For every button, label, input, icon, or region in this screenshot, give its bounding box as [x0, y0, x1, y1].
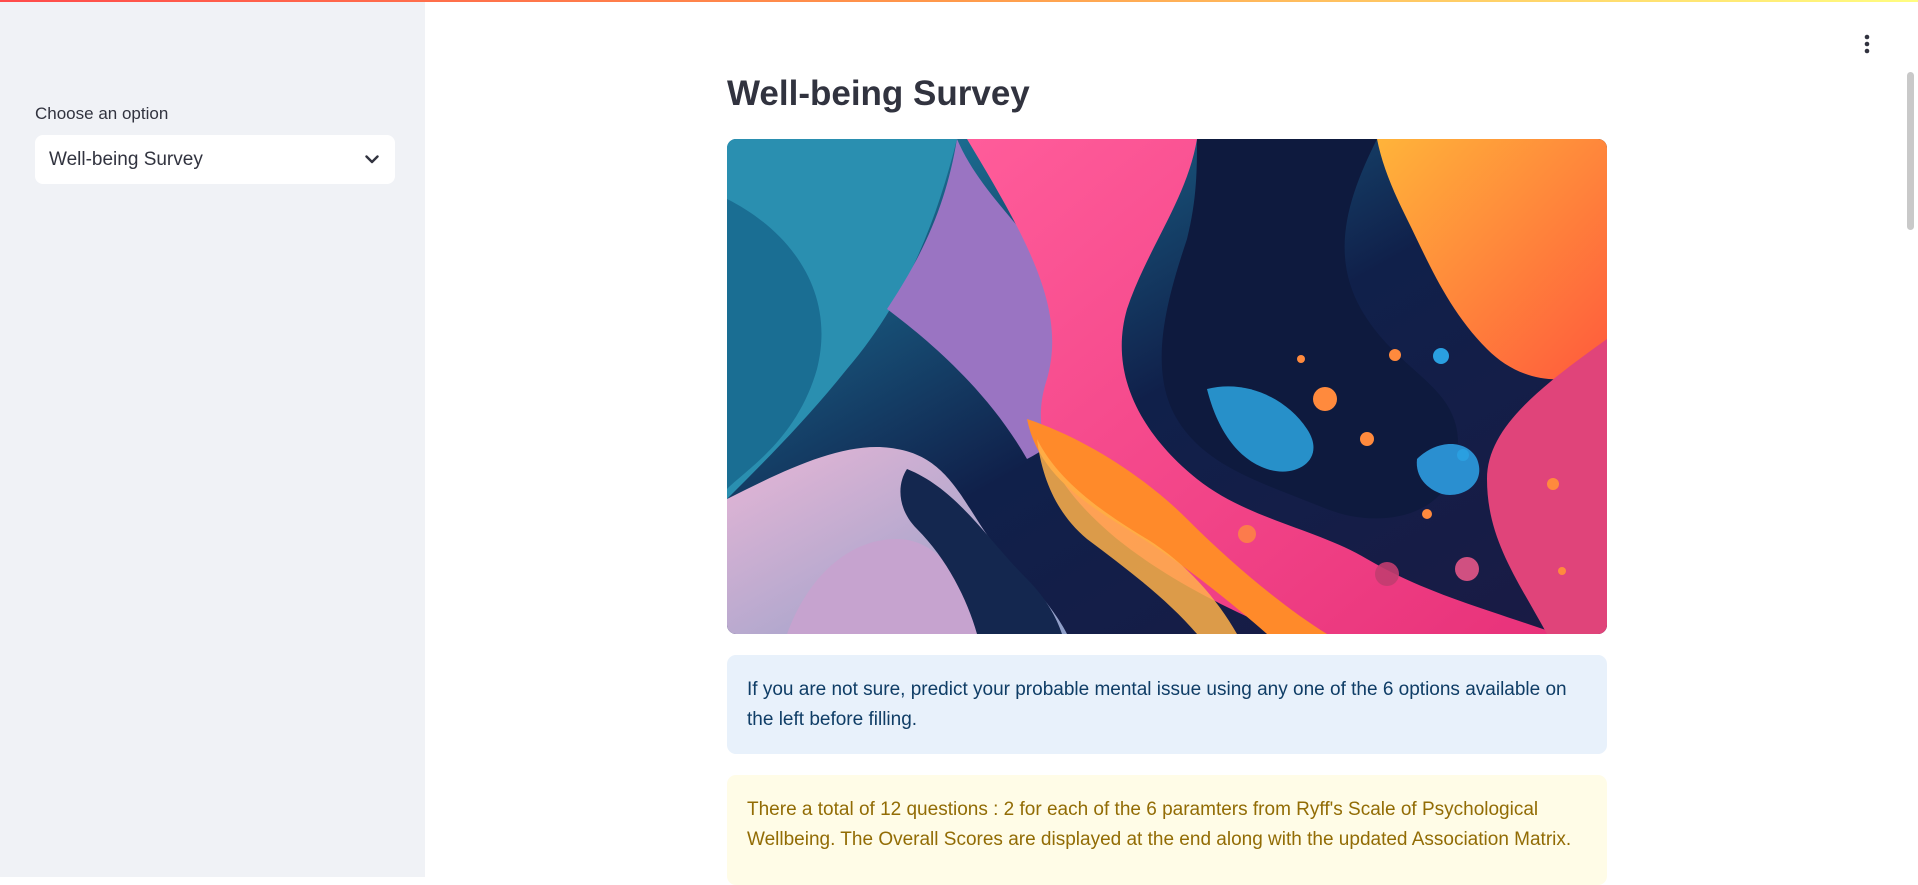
- select-label: Choose an option: [35, 104, 169, 123]
- info-alert-text: If you are not sure, predict your probab…: [747, 679, 1567, 730]
- scrollbar[interactable]: [1907, 72, 1914, 230]
- warning-alert-text: There a total of 12 questions : 2 for ea…: [747, 799, 1572, 850]
- option-select[interactable]: Well-being Survey: [35, 135, 395, 184]
- page-title: Well-being Survey: [727, 74, 1030, 113]
- chevron-down-icon: [363, 151, 381, 169]
- info-alert: If you are not sure, predict your probab…: [727, 655, 1607, 754]
- select-value: Well-being Survey: [49, 148, 203, 170]
- kebab-menu-icon[interactable]: [1856, 30, 1878, 58]
- header-decoration-bar: [0, 0, 1918, 2]
- warning-alert: There a total of 12 questions : 2 for ea…: [727, 775, 1607, 885]
- hero-image: [727, 139, 1607, 634]
- sidebar: Choose an option Well-being Survey: [0, 0, 425, 877]
